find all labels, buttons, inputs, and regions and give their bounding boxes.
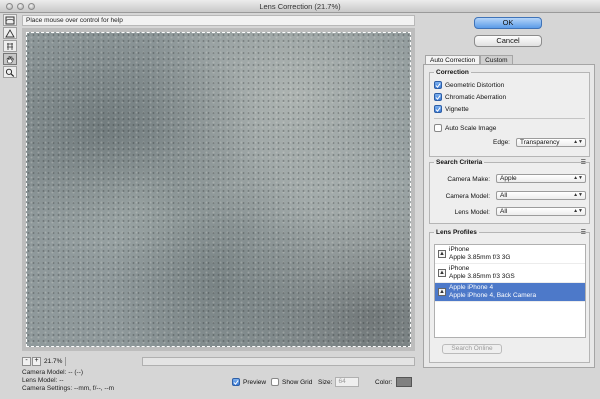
lens-profiles-list[interactable]: ▲ iPhone Apple 3.85mm f/3 3G ▲ iPhone Ap… xyxy=(434,244,586,338)
grid-color-option: Color: xyxy=(375,377,413,387)
grid-color-label: Color: xyxy=(375,378,393,386)
list-item[interactable]: ▲ iPhone Apple 3.85mm f/3 3GS xyxy=(435,264,585,283)
camera-profile-icon: ▲ xyxy=(438,250,446,258)
profile-name: iPhone xyxy=(449,265,470,272)
chromatic-aberration-checkbox[interactable] xyxy=(434,93,442,101)
concrete-texture-image xyxy=(26,32,411,347)
select-arrows-icon: ▲▼ xyxy=(573,192,583,198)
image-preview[interactable] xyxy=(22,28,415,351)
edge-select[interactable]: Transparency ▲▼ xyxy=(516,138,586,147)
auto-scale-checkbox[interactable] xyxy=(434,124,442,132)
toolbar xyxy=(3,14,17,79)
horizontal-scrollbar[interactable] xyxy=(142,357,415,366)
camera-model-value: All xyxy=(500,192,508,199)
select-arrows-icon: ▲▼ xyxy=(573,175,583,181)
profile-name: iPhone xyxy=(449,246,470,253)
geometric-distortion-checkbox[interactable] xyxy=(434,81,442,89)
profile-lens: Apple 3.85mm f/3 3GS xyxy=(449,273,515,280)
checkmark-icon xyxy=(435,106,441,112)
grid-size-label: Size: xyxy=(318,378,333,386)
zoom-in-button[interactable]: + xyxy=(32,357,41,366)
cancel-button[interactable]: Cancel xyxy=(474,35,542,47)
auto-scale-label: Auto Scale Image xyxy=(445,124,497,132)
profile-name: Apple iPhone 4 xyxy=(449,284,494,291)
search-criteria-legend: Search Criteria xyxy=(436,159,483,166)
preview-option[interactable]: Preview xyxy=(232,377,266,387)
hand-icon xyxy=(6,55,14,63)
chromatic-aberration-label: Chromatic Aberration xyxy=(445,93,507,101)
zoom-bar: - + 21.7% xyxy=(22,357,415,367)
panel-menu-icon[interactable]: ☰ xyxy=(581,159,586,166)
profile-lens: Apple iPhone 4, Back Camera xyxy=(449,292,537,299)
hand-tool[interactable] xyxy=(3,53,17,65)
correction-legend: Correction xyxy=(436,69,469,76)
auto-correction-panel: Correction Geometric Distortion Chromati… xyxy=(423,64,595,368)
vignette-checkbox[interactable] xyxy=(434,105,442,113)
list-item[interactable]: ▲ iPhone Apple 3.85mm f/3 3G xyxy=(435,245,585,264)
camera-profile-icon: ▲ xyxy=(438,288,446,296)
lens-profiles-legend: Lens Profiles xyxy=(436,229,477,236)
lens-model-select[interactable]: All ▲▼ xyxy=(496,207,586,216)
edge-label: Edge: xyxy=(493,139,510,146)
camera-make-select[interactable]: Apple ▲▼ xyxy=(496,174,586,183)
checkmark-icon xyxy=(435,82,441,88)
vignette-label: Vignette xyxy=(445,105,469,113)
ok-button[interactable]: OK xyxy=(474,17,542,29)
zoom-out-button[interactable]: - xyxy=(22,357,31,366)
camera-make-value: Apple xyxy=(500,175,517,182)
lens-profiles-group: Lens Profiles ☰ ▲ iPhone Apple 3.85mm f/… xyxy=(429,229,590,363)
camera-model-label: Camera Model: xyxy=(445,193,490,200)
show-grid-checkbox[interactable] xyxy=(271,378,279,386)
checkmark-icon xyxy=(233,379,239,385)
window-title: Lens Correction (21.7%) xyxy=(259,2,341,11)
vignette-option[interactable]: Vignette xyxy=(434,105,469,113)
grid-size-option: Size: 64 xyxy=(318,377,360,387)
select-arrows-icon: ▲▼ xyxy=(573,139,583,145)
remove-distortion-icon xyxy=(5,16,15,24)
search-criteria-group: Search Criteria ☰ Camera Make: Apple ▲▼ … xyxy=(429,159,590,224)
select-arrows-icon: ▲▼ xyxy=(573,208,583,214)
show-grid-label: Show Grid xyxy=(282,378,313,386)
move-grid-icon xyxy=(7,42,13,50)
correction-group: Correction Geometric Distortion Chromati… xyxy=(429,69,590,157)
auto-scale-option[interactable]: Auto Scale Image xyxy=(434,124,496,132)
camera-model-info: Camera Model: -- (--) xyxy=(22,369,84,376)
remove-distortion-tool[interactable] xyxy=(3,14,17,26)
grid-size-field[interactable]: 64 xyxy=(335,377,360,387)
lens-model-label: Lens Model: xyxy=(454,209,490,216)
panel-menu-icon[interactable]: ☰ xyxy=(581,229,586,236)
zoom-divider xyxy=(65,357,66,366)
search-online-button[interactable]: Search Online xyxy=(442,344,502,354)
straighten-tool[interactable] xyxy=(3,27,17,39)
camera-profile-icon: ▲ xyxy=(438,269,446,277)
straighten-icon xyxy=(5,28,15,37)
correction-divider xyxy=(434,118,585,119)
camera-settings-info: Camera Settings: --mm, f/--, --m xyxy=(22,385,115,392)
preview-checkbox[interactable] xyxy=(232,378,240,386)
grid-color-swatch[interactable] xyxy=(396,377,413,387)
lens-model-info: Lens Model: -- xyxy=(22,377,64,384)
zoom-tool[interactable] xyxy=(3,66,17,78)
camera-make-label: Camera Make: xyxy=(447,176,490,183)
list-item-selected[interactable]: ▲ Apple iPhone 4 Apple iPhone 4, Back Ca… xyxy=(435,283,585,302)
checkmark-icon xyxy=(435,94,441,100)
image-bounds-marquee xyxy=(26,32,411,347)
edge-value: Transparency xyxy=(520,139,560,146)
geometric-distortion-option[interactable]: Geometric Distortion xyxy=(434,81,504,89)
show-grid-option[interactable]: Show Grid xyxy=(271,377,312,387)
move-grid-tool[interactable] xyxy=(3,40,17,52)
lens-model-value: All xyxy=(500,208,508,215)
chromatic-aberration-option[interactable]: Chromatic Aberration xyxy=(434,93,506,101)
camera-info: Camera Model: -- (--) Lens Model: -- Cam… xyxy=(22,369,114,393)
preview-label: Preview xyxy=(243,378,267,386)
zoom-level[interactable]: 21.7% xyxy=(44,358,62,365)
camera-model-select[interactable]: All ▲▼ xyxy=(496,191,586,200)
profile-lens: Apple 3.85mm f/3 3G xyxy=(449,254,511,261)
title-bar: Lens Correction (21.7%) xyxy=(0,0,600,13)
zoom-icon xyxy=(5,68,15,77)
geometric-distortion-label: Geometric Distortion xyxy=(445,81,505,89)
help-text: Place mouse over control for help xyxy=(22,15,415,26)
